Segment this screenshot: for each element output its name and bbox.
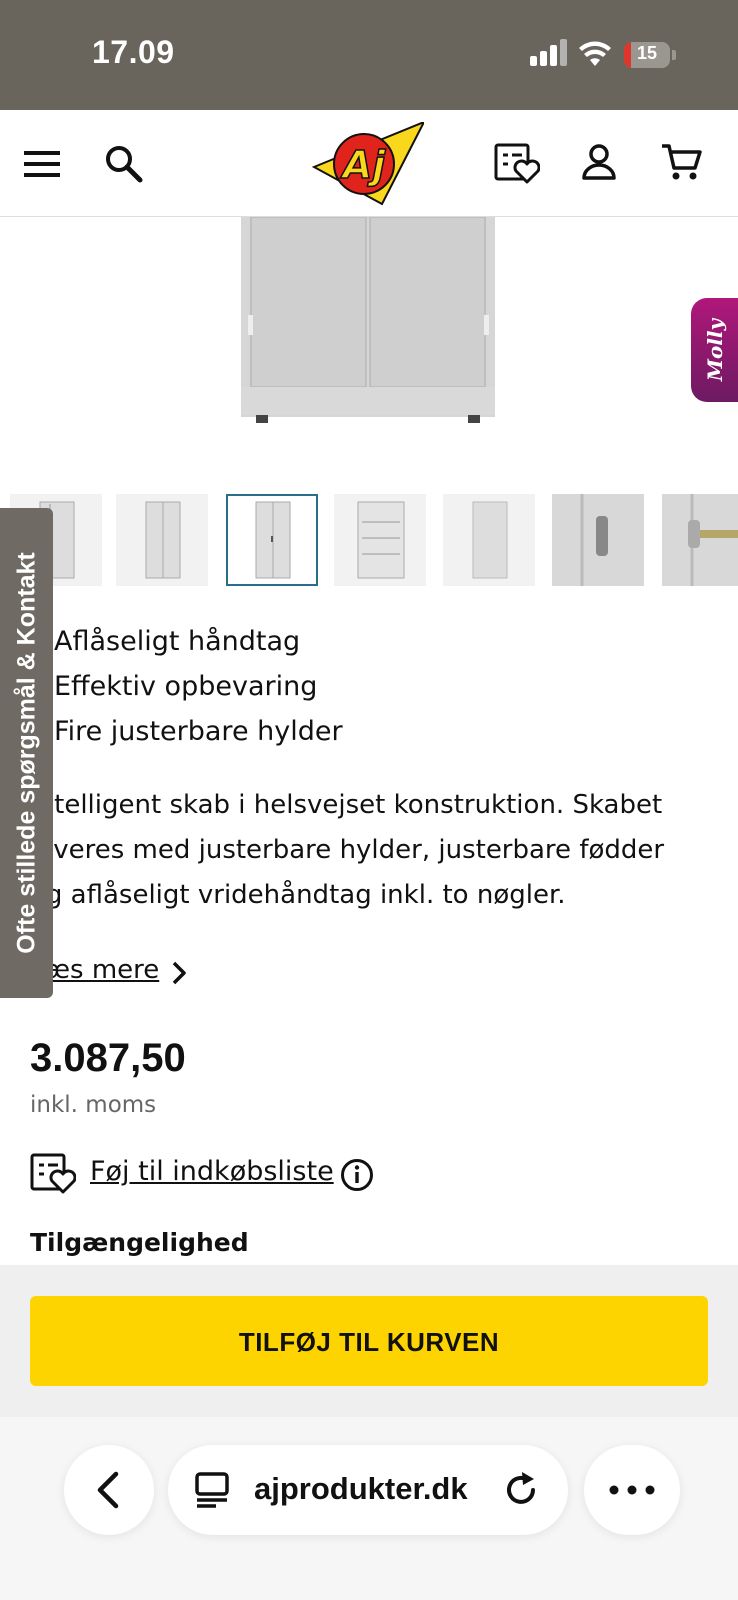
status-bar: 17.09 15 [0, 0, 738, 110]
product-price: 3.087,50 [30, 1036, 186, 1080]
availability-heading: Tilgængelighed [30, 1228, 249, 1257]
feature-item: Aflåseligt håndtag [54, 626, 301, 657]
thumbnail[interactable] [334, 494, 426, 586]
vat-note: inkl. moms [30, 1092, 157, 1118]
page-menu-icon[interactable] [194, 1471, 230, 1509]
site-header: Aj [0, 110, 738, 217]
faq-contact-label: Ofte stillede spørgsmål & Kontakt [12, 552, 41, 954]
logo-text: Aj [340, 143, 386, 187]
address-bar[interactable]: ajprodukter.dk [168, 1445, 568, 1535]
thumbnail[interactable] [443, 494, 535, 586]
cabinet-illustration [241, 217, 495, 423]
battery-icon: 15 [624, 42, 670, 68]
battery-level: 15 [636, 43, 658, 63]
description-line: leveres med justerbare hylder, justerbar… [30, 835, 665, 865]
molly-label: Molly [703, 318, 727, 382]
reload-icon[interactable] [502, 1471, 540, 1509]
product-image[interactable] [0, 217, 738, 477]
user-icon[interactable] [582, 144, 616, 180]
thumbnail-selected[interactable] [226, 494, 318, 586]
cart-icon[interactable] [660, 142, 702, 182]
hamburger-menu-icon[interactable] [24, 150, 60, 178]
description-line: og aflåseligt vridehåndtag inkl. to nøgl… [30, 880, 566, 910]
feature-item: Fire justerbare hylder [54, 716, 343, 747]
add-to-shopping-list-link[interactable]: Føj til indkøbsliste [90, 1156, 334, 1187]
wifi-icon [579, 41, 611, 66]
shopping-list-heart-icon[interactable] [494, 142, 540, 184]
thumbnail[interactable] [662, 494, 738, 586]
ellipsis-icon [609, 1485, 655, 1495]
shopping-list-heart-icon[interactable] [30, 1152, 76, 1194]
feature-item: Effektiv opbevaring [54, 671, 318, 702]
back-button[interactable] [64, 1445, 154, 1535]
aj-logo[interactable]: Aj [312, 122, 424, 206]
url-text: ajprodukter.dk [254, 1471, 468, 1506]
description-line: Intelligent skab i helsvejset konstrukti… [30, 790, 663, 820]
more-options-button[interactable] [584, 1445, 680, 1535]
molly-assistant-tab[interactable]: Molly [691, 298, 738, 402]
faq-contact-tab[interactable]: Ofte stillede spørgsmål & Kontakt [0, 508, 53, 998]
chevron-right-icon[interactable] [170, 960, 188, 986]
search-icon[interactable] [104, 144, 144, 184]
info-icon[interactable] [340, 1158, 374, 1192]
thumbnail[interactable] [552, 494, 644, 586]
status-time: 17.09 [92, 34, 175, 70]
chevron-left-icon [97, 1471, 119, 1509]
add-to-cart-button[interactable]: TILFØJ TIL KURVEN [30, 1296, 708, 1386]
browser-toolbar: ajprodukter.dk [0, 1417, 738, 1600]
thumbnail[interactable] [116, 494, 208, 586]
add-to-cart-label: TILFØJ TIL KURVEN [238, 1327, 500, 1357]
